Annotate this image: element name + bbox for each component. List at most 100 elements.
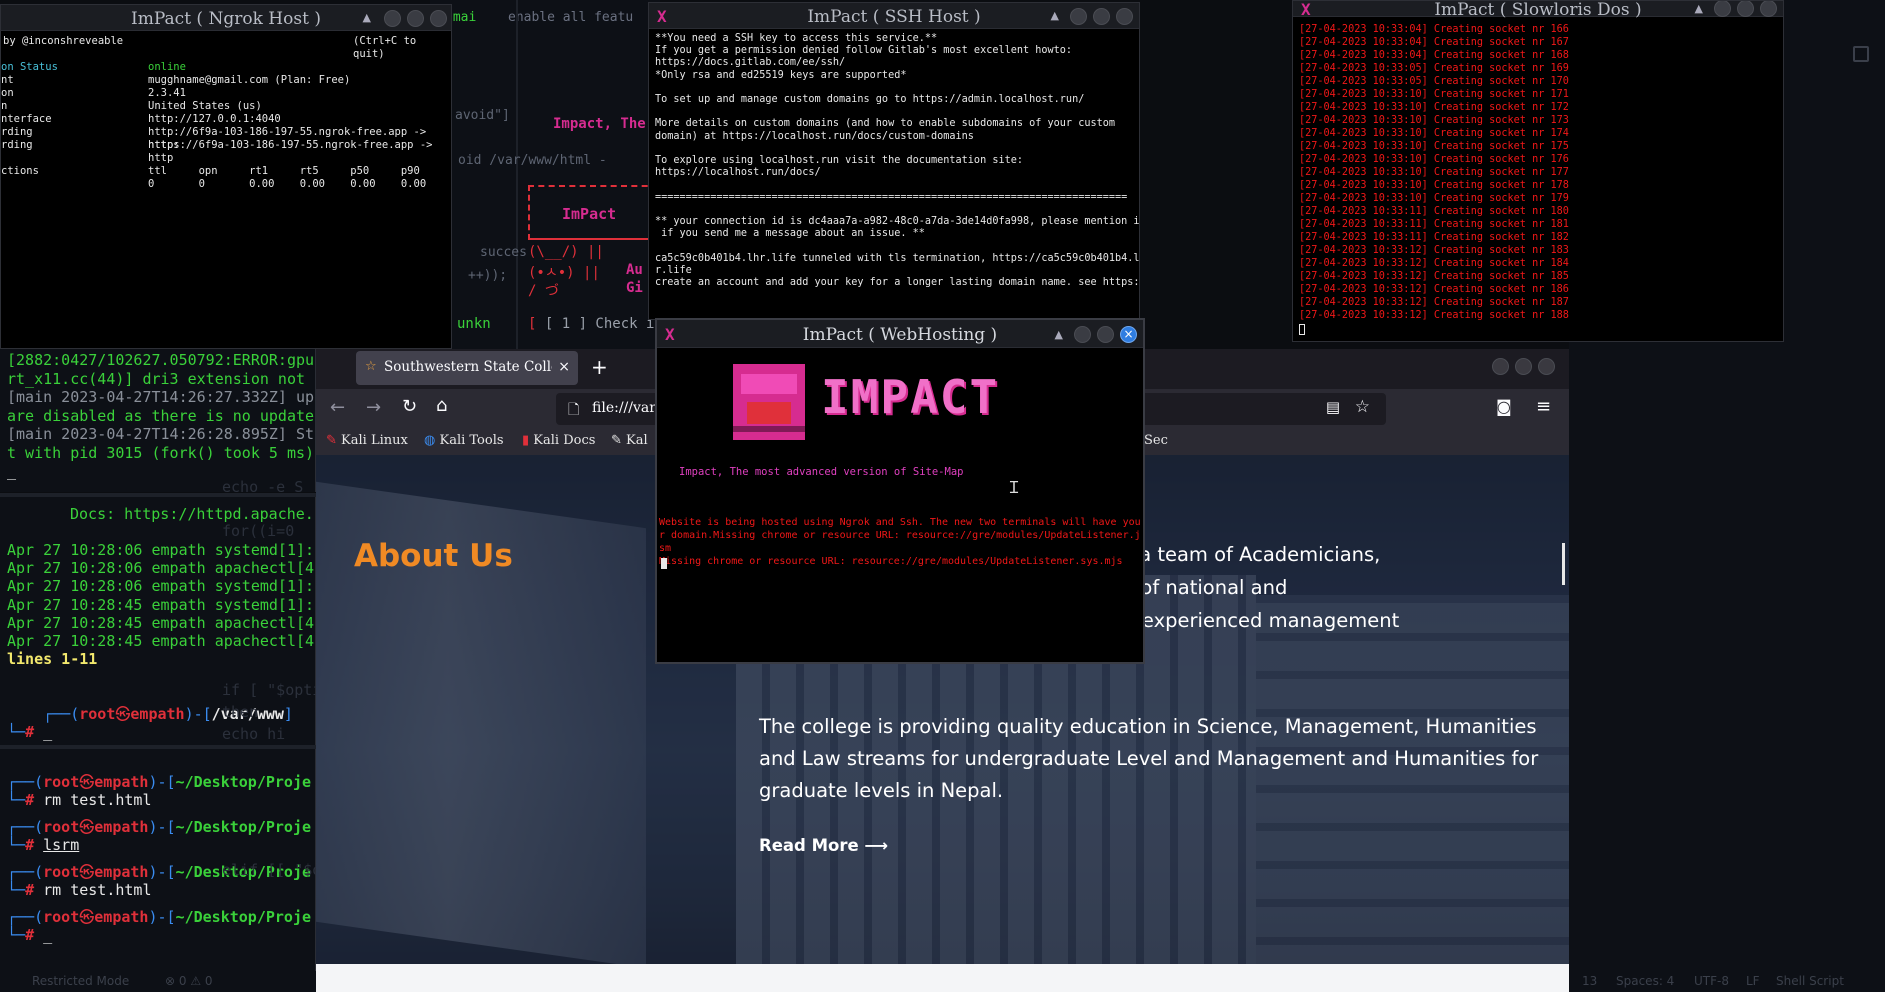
- forward-icon[interactable]: →: [366, 397, 381, 418]
- page-icon: 🗋: [568, 402, 580, 418]
- ssh-output-line: [655, 143, 1135, 155]
- close-button[interactable]: [1538, 358, 1555, 375]
- chevron-up-icon[interactable]: ▲: [1695, 2, 1703, 15]
- chevron-up-icon[interactable]: ▲: [1051, 9, 1059, 22]
- ngrok-row: n United States (us): [1, 100, 262, 112]
- maximize-button[interactable]: [1737, 1, 1754, 17]
- slowloris-output-line: [27-04-2023 10:33:10] Creating socket nr…: [1299, 102, 1569, 113]
- editor-fragment: unkn: [457, 316, 491, 332]
- page-footer-strip: [316, 964, 1569, 992]
- ngrok-connections-values: 0 0 0.00 0.00 0.00 0.00: [148, 178, 427, 190]
- bookmark-kali-tools[interactable]: ◍ Kali Tools: [424, 433, 504, 448]
- slowloris-titlebar[interactable]: X ImPact ( Slowloris Dos ) ▲: [1293, 1, 1783, 20]
- minimize-button[interactable]: [384, 10, 401, 27]
- slowloris-output: [27-04-2023 10:33:04] Creating socket nr…: [1299, 23, 1779, 341]
- slowloris-output-line: [27-04-2023 10:33:10] Creating socket nr…: [1299, 154, 1569, 165]
- slowloris-output-line: [27-04-2023 10:33:10] Creating socket nr…: [1299, 167, 1569, 178]
- tab-close-icon[interactable]: ×: [558, 359, 570, 375]
- ngrok-titlebar[interactable]: ImPact ( Ngrok Host ) ▲: [1, 5, 451, 31]
- reload-icon[interactable]: ↻: [402, 396, 417, 417]
- url-text[interactable]: file:///var: [592, 400, 656, 416]
- slowloris-output-line: [27-04-2023 10:33:05] Creating socket nr…: [1299, 76, 1569, 87]
- ssh-output-line: [655, 106, 1135, 118]
- bookmark-sec[interactable]: Sec: [1144, 433, 1168, 448]
- ssh-output: **You need a SSH key to access this serv…: [655, 33, 1140, 319]
- reader-view-icon[interactable]: ▤: [1326, 398, 1340, 416]
- restricted-mode[interactable]: Restricted Mode: [32, 974, 129, 988]
- editor-fragment: Impact, The: [553, 116, 646, 132]
- language-mode[interactable]: Shell Script: [1776, 974, 1844, 988]
- close-button[interactable]: [1760, 1, 1777, 17]
- bookmark-kali-linux[interactable]: ✎ Kali Linux: [326, 433, 408, 448]
- close-button[interactable]: [1116, 8, 1133, 25]
- ssh-output-line: ca5c59c0b401b4.lhr.life tunneled with tl…: [655, 252, 1140, 264]
- chevron-up-icon[interactable]: ▲: [1055, 328, 1063, 341]
- ssh-output-line: [655, 82, 1135, 94]
- slowloris-output-line: [27-04-2023 10:33:11] Creating socket nr…: [1299, 219, 1569, 230]
- editor-fragment: ++));: [468, 268, 508, 283]
- slowloris-window[interactable]: X ImPact ( Slowloris Dos ) ▲ [27-04-2023…: [1292, 0, 1784, 342]
- indentation[interactable]: Spaces: 4: [1616, 974, 1674, 988]
- close-button[interactable]: [430, 10, 447, 27]
- ssh-output-line: [655, 204, 1135, 216]
- minimize-button[interactable]: [1070, 8, 1087, 25]
- close-button[interactable]: ×: [1120, 326, 1137, 343]
- bookmark-star-icon[interactable]: ☆: [1355, 397, 1370, 417]
- shell-command: rm test.html: [43, 791, 152, 809]
- editor-fragment: oid /var/www/html -: [458, 153, 607, 168]
- ascii-art: (\__/) ||: [528, 244, 604, 260]
- log-line: Apr 27 10:28:06 empath systemd[1]:: [7, 577, 315, 596]
- left-terminal-1[interactable]: [2882:0427/102627.050792:ERROR:gpu rt_x11…: [0, 349, 316, 492]
- log-line: Apr 27 10:28:45 empath apachectl[4: [7, 632, 315, 651]
- shell-prompt: ┌──(root㉿empath)-[~/Desktop/Proje └─# rm …: [7, 773, 312, 809]
- minimize-button[interactable]: [1714, 1, 1731, 17]
- slowloris-output-line: [27-04-2023 10:33:11] Creating socket nr…: [1299, 206, 1569, 217]
- log-line: Apr 27 10:28:06 empath systemd[1]:: [7, 541, 315, 559]
- ssh-output-line: https://localhost.run/docs/: [655, 167, 821, 179]
- back-icon[interactable]: ←: [330, 397, 345, 418]
- maximize-button[interactable]: [1097, 326, 1114, 343]
- terminal-cursor: [661, 558, 667, 569]
- left-terminal-3[interactable]: ┌──(root㉿empath)-[~/Desktop/Proje └─# rm …: [0, 749, 316, 971]
- log-line: Apr 27 10:28:45 empath systemd[1]:: [7, 595, 315, 614]
- scrollbar-thumb[interactable]: [1562, 543, 1565, 585]
- new-tab-button[interactable]: +: [591, 355, 608, 379]
- maximize-button[interactable]: [407, 10, 424, 27]
- slowloris-output-line: [27-04-2023 10:33:12] Creating socket nr…: [1299, 271, 1569, 282]
- ngrok-host-window[interactable]: ImPact ( Ngrok Host ) ▲ by @inconshrevea…: [0, 4, 452, 349]
- maximize-button[interactable]: [1093, 8, 1110, 25]
- read-more-label: Read More: [759, 836, 859, 855]
- webhosting-titlebar[interactable]: X ImPact ( WebHosting ) ▲ ×: [657, 320, 1143, 348]
- ascii-art: / づ: [528, 283, 559, 299]
- ssh-host-window[interactable]: X ImPact ( SSH Host ) ▲ **You need a SSH…: [648, 2, 1140, 320]
- problems-count[interactable]: ⊗ 0 ⚠ 0: [165, 974, 213, 988]
- browser-tab[interactable]: ☆ Southwestern State College ×: [356, 351, 578, 385]
- bookmark-kali-docs[interactable]: ▮ Kali Docs: [522, 433, 595, 448]
- ssh-titlebar[interactable]: X ImPact ( SSH Host ) ▲: [649, 3, 1139, 29]
- line-col[interactable]: 13: [1582, 974, 1597, 988]
- ssh-output-line: [655, 240, 1135, 252]
- menu-icon[interactable]: ≡: [1536, 396, 1551, 417]
- about-paragraph-2: The college is providing quality educati…: [759, 715, 1539, 802]
- bookmark-kali[interactable]: ✎ Kal: [611, 433, 648, 448]
- home-icon[interactable]: ⌂: [436, 395, 447, 416]
- ngrok-header-left: by @inconshreveable: [3, 35, 124, 47]
- encoding[interactable]: UTF-8: [1694, 974, 1729, 988]
- webhosting-window[interactable]: X ImPact ( WebHosting ) ▲ × IMPACT Impac…: [655, 318, 1145, 664]
- terminal-line: t with pid 3015 (fork() took 5 ms): [7, 443, 315, 462]
- ssh-window-title: ImPact ( SSH Host ): [807, 7, 981, 27]
- ssh-output-line: **You need a SSH key to access this serv…: [655, 33, 938, 44]
- minimize-button[interactable]: [1492, 358, 1509, 375]
- impact-logo-icon: [733, 364, 805, 440]
- minimize-button[interactable]: [1074, 326, 1091, 343]
- side-panel-icon[interactable]: [1853, 46, 1869, 62]
- eol[interactable]: LF: [1746, 974, 1760, 988]
- slowloris-output-line: [27-04-2023 10:33:10] Creating socket nr…: [1299, 89, 1569, 100]
- ngrok-row: on 2.3.41: [1, 87, 186, 99]
- pocket-icon[interactable]: ◙: [1496, 397, 1512, 416]
- maximize-button[interactable]: [1515, 358, 1532, 375]
- read-more-link[interactable]: Read More ⟶: [759, 836, 888, 855]
- chevron-up-icon[interactable]: ▲: [363, 11, 371, 24]
- slowloris-output-line: [27-04-2023 10:33:04] Creating socket nr…: [1299, 37, 1569, 48]
- log-line: Apr 27 10:28:45 empath apachectl[4: [7, 613, 315, 632]
